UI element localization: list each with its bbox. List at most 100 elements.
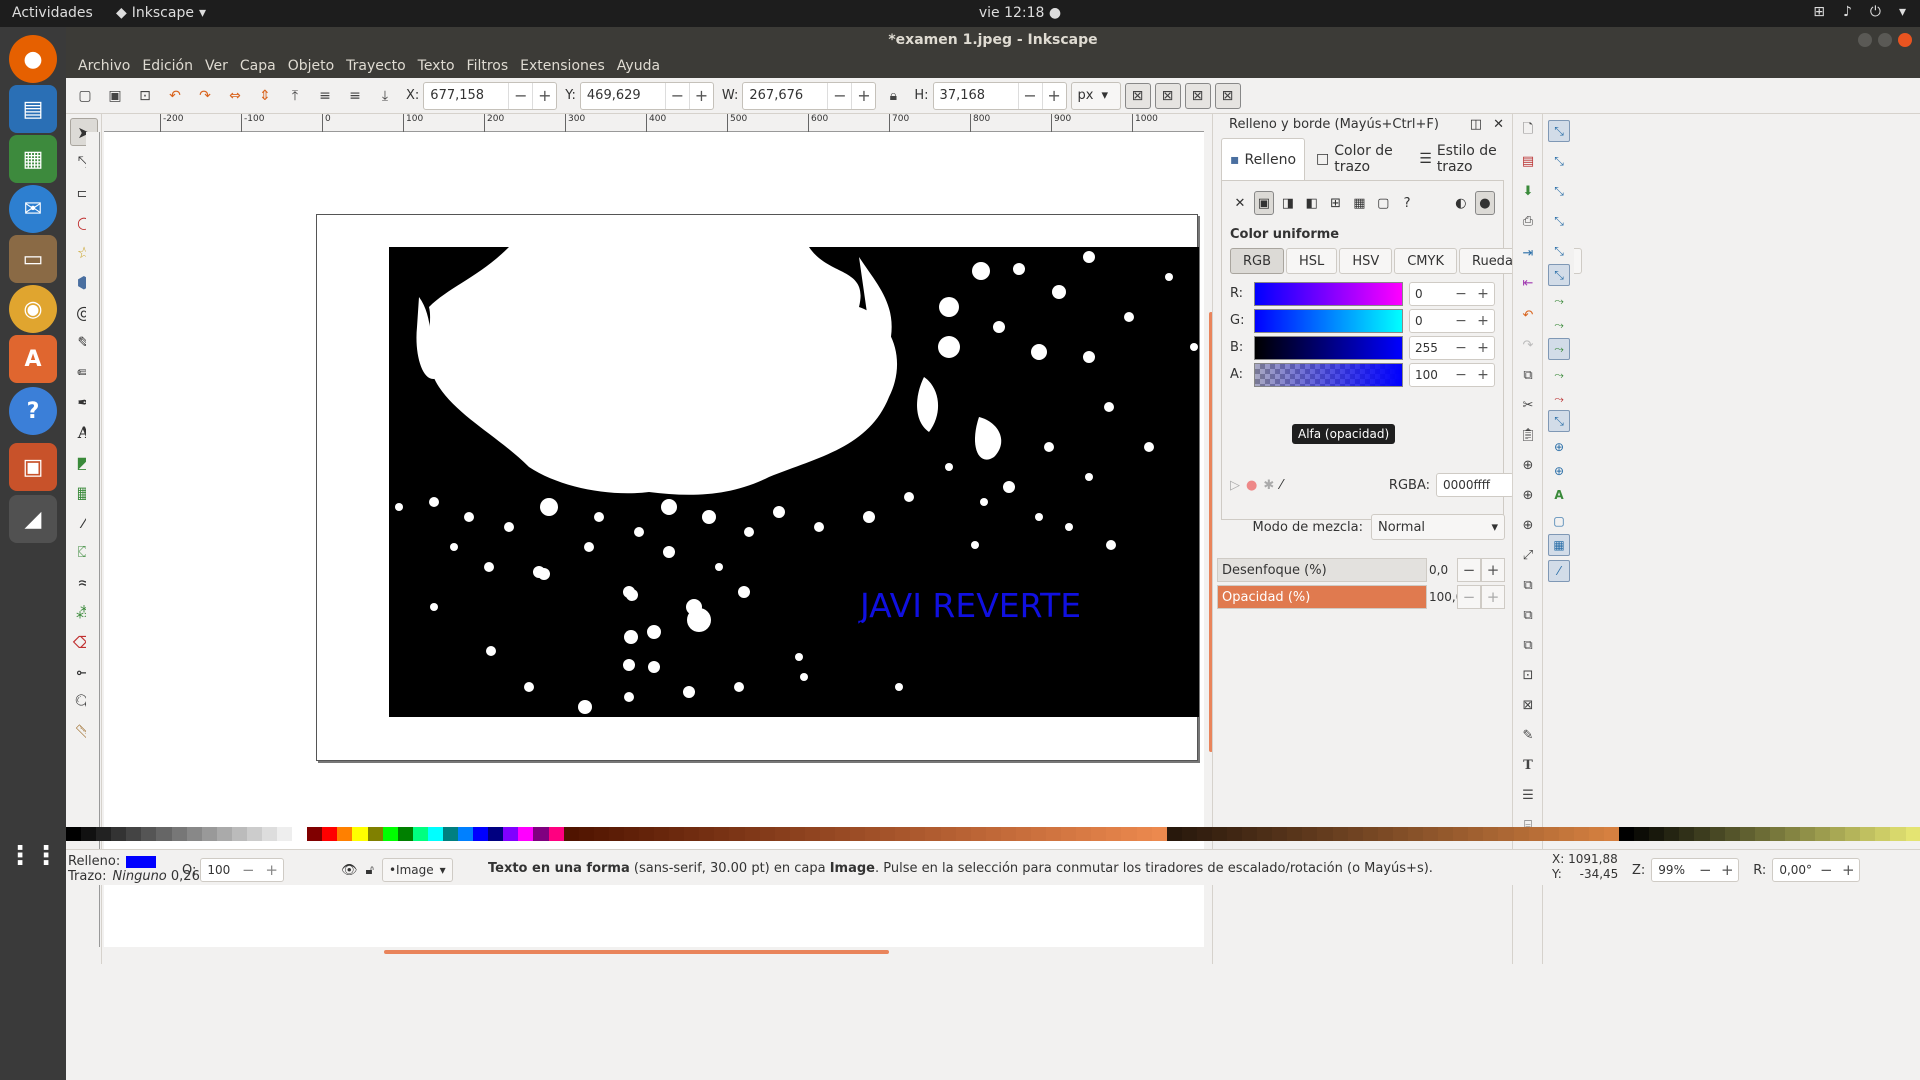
mode-rgb[interactable]: RGB [1230, 248, 1285, 274]
palette-swatch[interactable] [231, 827, 247, 841]
unit-select[interactable]: px ▾ [1070, 81, 1121, 110]
snap-others-icon[interactable]: ⤡ [1548, 410, 1570, 432]
palette-swatch[interactable] [1860, 827, 1876, 841]
palette-swatch[interactable] [277, 827, 293, 841]
visibility-eye-icon[interactable]: 👁︎ [341, 863, 358, 878]
snap-page-border-icon[interactable]: ▢ [1548, 510, 1570, 532]
linear-gradient-icon[interactable]: ◨ [1278, 191, 1298, 215]
blur-slider[interactable]: Desenfoque (%) [1217, 558, 1427, 582]
green-spin[interactable]: 0− + [1409, 308, 1495, 333]
palette-swatch[interactable] [1573, 827, 1589, 841]
palette-swatch[interactable] [1875, 827, 1891, 841]
menu-edicion[interactable]: Edición [136, 58, 199, 74]
zoom-selection-icon[interactable]: ⊕ [1517, 454, 1539, 476]
palette-swatch[interactable] [1694, 827, 1710, 841]
palette-swatch[interactable] [850, 827, 866, 841]
palette-swatch[interactable] [1347, 827, 1363, 841]
snap-bbox-midpoint-icon[interactable]: ⤡ [1548, 240, 1570, 262]
activities-button[interactable]: Actividades [12, 5, 93, 21]
palette-swatch[interactable] [1664, 827, 1680, 841]
opacity-decrement[interactable]: − [1457, 585, 1481, 609]
palette-swatch[interactable] [367, 827, 383, 841]
snap-guide-icon[interactable]: ⁄ [1548, 560, 1570, 582]
palette-swatch[interactable] [563, 827, 579, 841]
palette-swatch[interactable] [1468, 827, 1484, 841]
menu-filtros[interactable]: Filtros [461, 58, 515, 74]
snap-bbox-corner-icon[interactable]: ⤡ [1548, 210, 1570, 232]
o-decrement[interactable]: − [237, 861, 260, 879]
palette-swatch[interactable] [1438, 827, 1454, 841]
palette-swatch[interactable] [412, 827, 428, 841]
palette-swatch[interactable] [593, 827, 609, 841]
palette-swatch[interactable] [126, 827, 142, 841]
thunderbird-icon[interactable]: ✉ [9, 185, 57, 233]
transform-gradients-icon[interactable]: ⊠ [1184, 82, 1211, 109]
text-font-dialog-icon[interactable]: T [1517, 754, 1539, 776]
palette-swatch[interactable] [1588, 827, 1604, 841]
y-decrement[interactable]: − [664, 82, 689, 109]
paste-icon[interactable]: 📋︎ [1517, 424, 1539, 446]
mesh-gradient-icon[interactable]: ⊞ [1326, 191, 1346, 215]
mode-cmyk[interactable]: CMYK [1394, 248, 1457, 274]
snap-nodes-icon[interactable]: ⤡ [1548, 264, 1570, 286]
scale-handle-e[interactable]: ⬌ [1082, 604, 1092, 614]
menu-ver[interactable]: Ver [199, 58, 234, 74]
scale-handle-w[interactable]: ⬌ [854, 604, 864, 614]
palette-swatch[interactable] [322, 827, 338, 841]
palette-swatch[interactable] [503, 827, 519, 841]
print-icon[interactable]: ⎙ [1517, 210, 1539, 232]
o-value[interactable]: 100 [201, 863, 236, 877]
palette-swatch[interactable] [473, 827, 489, 841]
palette-swatch[interactable] [1121, 827, 1137, 841]
blue-value[interactable]: 255 [1410, 341, 1450, 355]
fill-stroke-dialog-icon[interactable]: ✎ [1517, 724, 1539, 746]
palette-swatch[interactable] [970, 827, 986, 841]
show-apps-icon[interactable]: ⋮⋮ [7, 832, 59, 880]
palette-swatch[interactable] [1815, 827, 1831, 841]
palette-swatch[interactable] [1151, 827, 1167, 841]
system-tray[interactable]: ⊞ ♪ ⏻ ▾ [1813, 4, 1906, 20]
splash-image[interactable] [389, 247, 1199, 717]
palette-swatch[interactable] [1649, 827, 1665, 841]
palette-swatch[interactable] [1377, 827, 1393, 841]
palette-swatch[interactable] [654, 827, 670, 841]
palette-swatch[interactable] [1046, 827, 1062, 841]
green-decrement[interactable]: − [1450, 313, 1472, 329]
palette-swatch[interactable] [548, 827, 564, 841]
y-field[interactable]: −+ [579, 81, 714, 110]
scale-stroke-icon[interactable]: ⊠ [1124, 82, 1151, 109]
palette-swatch[interactable] [1754, 827, 1770, 841]
h-decrement[interactable]: − [1017, 82, 1042, 109]
opacity-increment[interactable]: + [1481, 585, 1505, 609]
writer-icon[interactable]: ▤ [9, 85, 57, 133]
palette-swatch[interactable] [1679, 827, 1695, 841]
palette-swatch[interactable] [427, 827, 443, 841]
snap-grid-icon[interactable]: ▦ [1548, 534, 1570, 556]
palette-swatch[interactable] [985, 827, 1001, 841]
unset-paint-icon[interactable]: ? [1397, 191, 1417, 215]
app-menu[interactable]: ◆ Inkscape ▾ [116, 5, 206, 21]
palette-swatch[interactable] [1272, 827, 1288, 841]
red-value[interactable]: 0 [1410, 287, 1450, 301]
pattern-icon[interactable]: ▦ [1349, 191, 1369, 215]
palette-swatch[interactable] [533, 827, 549, 841]
red-slider[interactable] [1253, 281, 1403, 306]
alpha-value[interactable]: 100 [1410, 368, 1450, 382]
palette-swatch[interactable] [216, 827, 232, 841]
rotation-value[interactable]: 0,00° [1773, 863, 1815, 877]
layer-select[interactable]: •Image ▾ [381, 858, 453, 882]
palette-swatch[interactable] [1453, 827, 1469, 841]
palette-swatch[interactable] [669, 827, 685, 841]
color-picker-icon[interactable]: ⁄ [1280, 478, 1282, 493]
scale-handle-se[interactable]: ⬊ [1082, 621, 1092, 631]
green-slider[interactable] [1253, 308, 1403, 333]
firefox-icon[interactable]: ● [9, 35, 57, 83]
palette-swatch[interactable] [201, 827, 217, 841]
palette-swatch[interactable] [1227, 827, 1243, 841]
palette-swatch[interactable] [865, 827, 881, 841]
fill-swatch[interactable] [126, 855, 157, 868]
snap-bbox-icon[interactable]: ⤡ [1548, 150, 1570, 172]
palette-swatch[interactable] [1106, 827, 1122, 841]
palette-swatch[interactable] [1000, 827, 1016, 841]
green-value[interactable]: 0 [1410, 314, 1450, 328]
